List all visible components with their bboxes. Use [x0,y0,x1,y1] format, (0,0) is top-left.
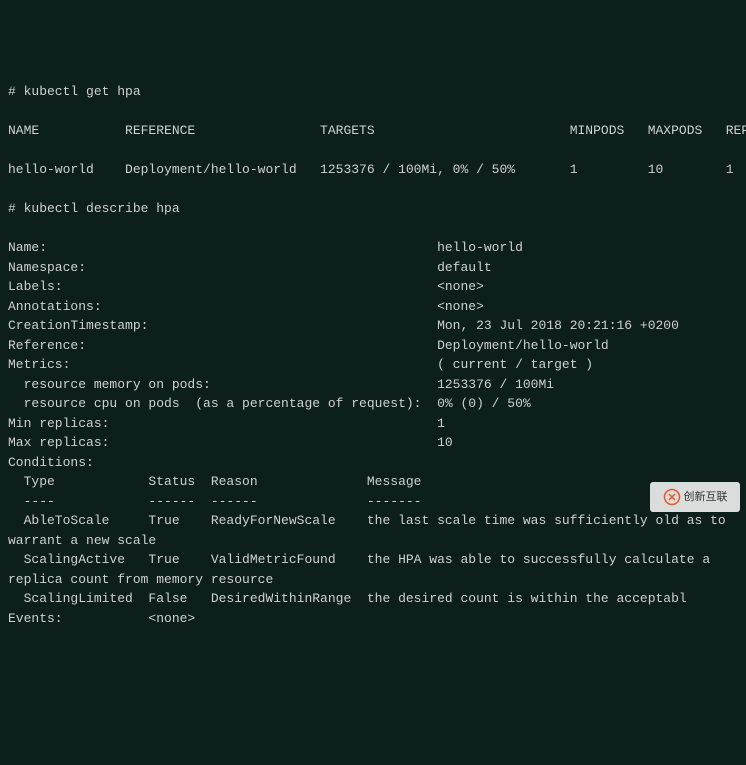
describe-line: AbleToScale True ReadyForNewScale the la… [8,511,738,531]
describe-line: ---- ------ ------ ------- [8,492,738,512]
watermark-text: 创新互联 [684,489,728,506]
describe-line: resource memory on pods: 1253376 / 100Mi [8,375,738,395]
describe-line: Annotations: <none> [8,297,738,317]
describe-line: ScalingActive True ValidMetricFound the … [8,550,738,570]
get-hpa-row: hello-world Deployment/hello-world 12533… [8,160,738,180]
cmd-get-hpa: # kubectl get hpa [8,82,738,102]
describe-line: Type Status Reason Message [8,472,738,492]
describe-line: Name: hello-world [8,238,738,258]
describe-line: warrant a new scale [8,531,738,551]
watermark-icon [663,488,681,506]
describe-line: Labels: <none> [8,277,738,297]
watermark-logo: 创新互联 [650,482,740,512]
get-hpa-header: NAME REFERENCE TARGETS MINPODS MAXPODS R… [8,121,738,141]
describe-line: Reference: Deployment/hello-world [8,336,738,356]
describe-line: Namespace: default [8,258,738,278]
describe-line: CreationTimestamp: Mon, 23 Jul 2018 20:2… [8,316,738,336]
describe-line: replica count from memory resource [8,570,738,590]
describe-line: Metrics: ( current / target ) [8,355,738,375]
describe-line: Events: <none> [8,609,738,629]
describe-line: Min replicas: 1 [8,414,738,434]
cmd-describe-hpa: # kubectl describe hpa [8,199,738,219]
describe-output: Name: hello-worldNamespace: defaultLabel… [8,238,738,628]
describe-line: Conditions: [8,453,738,473]
describe-line: ScalingLimited False DesiredWithinRange … [8,589,738,609]
describe-line: Max replicas: 10 [8,433,738,453]
describe-line: resource cpu on pods (as a percentage of… [8,394,738,414]
